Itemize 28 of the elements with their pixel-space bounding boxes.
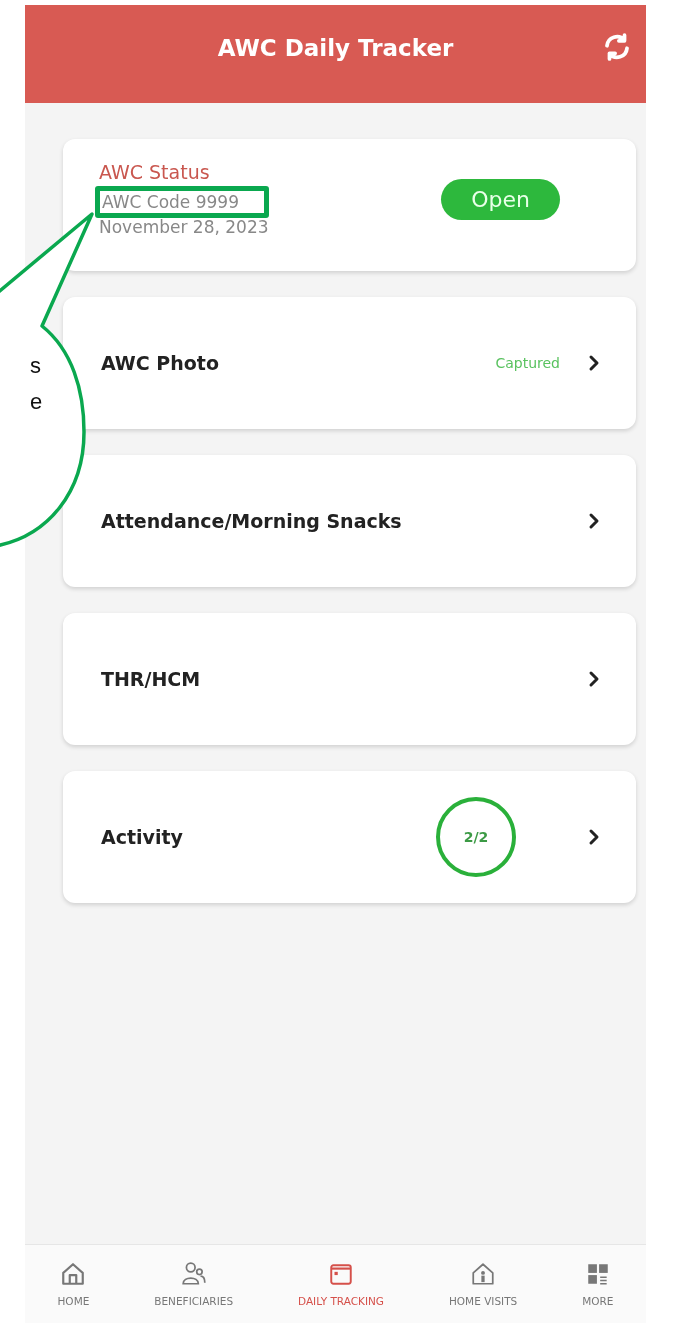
item-label: THR/HCM: [101, 668, 201, 690]
house-person-icon: [470, 1261, 497, 1287]
item-label: Attendance/Morning Snacks: [101, 510, 402, 532]
nav-tab[interactable]: BENEFICIARIES: [154, 1261, 234, 1307]
nav-tab[interactable]: DAILY TRACKING: [298, 1261, 384, 1307]
status-title: AWC Status: [99, 161, 211, 183]
nav-tab[interactable]: HOME: [57, 1261, 90, 1307]
screen-title: AWC Daily Tracker: [217, 35, 454, 61]
awc-code: AWC Code 9999: [95, 186, 269, 218]
tracker-item-card[interactable]: Activity 2/2: [63, 771, 636, 903]
callout-text: s e: [30, 352, 43, 416]
progress-ring: 2/2: [436, 797, 516, 877]
item-label: AWC Photo: [101, 352, 219, 374]
chevron-icon: [588, 828, 600, 846]
status-date: November 28, 2023: [99, 217, 269, 237]
chevron-icon: [588, 670, 600, 688]
nav-tab[interactable]: HOME VISITS: [448, 1261, 518, 1307]
home-icon: [60, 1261, 87, 1287]
people-icon: [180, 1261, 207, 1287]
status-pill: Open: [441, 178, 560, 220]
tracker-item-card[interactable]: THR/HCM: [63, 613, 636, 745]
item-label: Activity: [101, 826, 183, 848]
chevron-icon: [588, 354, 600, 372]
nav-tab[interactable]: MORE: [582, 1261, 614, 1307]
chevron-icon: [588, 512, 600, 530]
refresh-icon[interactable]: [602, 32, 632, 62]
status-label: Captured: [495, 355, 560, 371]
calendar-icon: [328, 1261, 354, 1287]
